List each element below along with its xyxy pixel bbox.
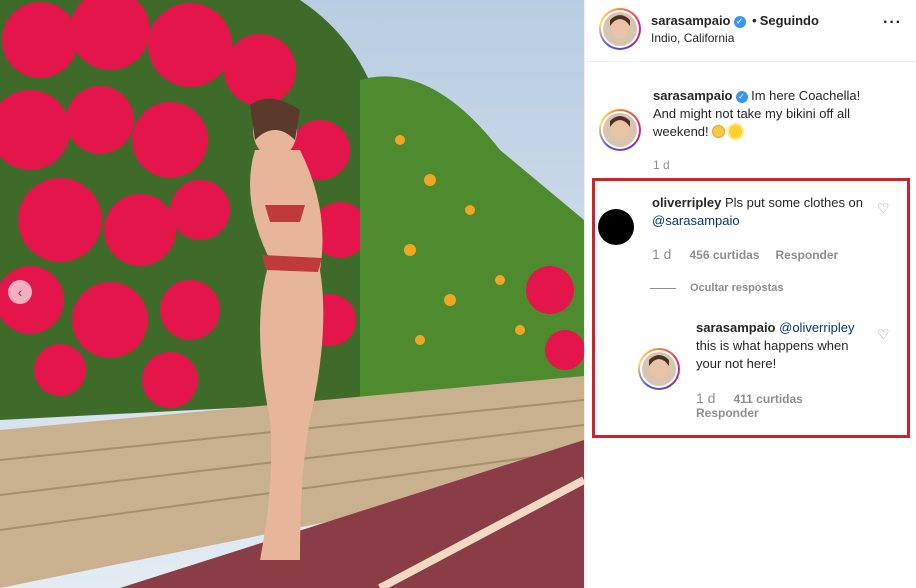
comment-body: Pls put some clothes on bbox=[725, 195, 864, 210]
comment-text: oliverripley Pls put some clothes on @sa… bbox=[652, 194, 867, 230]
reply-meta: 1 d 411 curtidas bbox=[696, 390, 803, 406]
username-link[interactable]: sarasampaio bbox=[696, 320, 776, 335]
sun-emoji-icon bbox=[729, 125, 743, 138]
comment-meta: 1 d 456 curtidas Responder bbox=[652, 246, 838, 262]
mention-link[interactable]: @oliverripley bbox=[779, 320, 854, 335]
smiling-face-emoji-icon bbox=[712, 125, 726, 138]
chevron-left-icon: ‹ bbox=[17, 284, 23, 300]
like-count[interactable]: 411 curtidas bbox=[733, 392, 802, 406]
verified-badge-icon: ✓ bbox=[733, 15, 746, 28]
avatar-image bbox=[603, 12, 637, 46]
heart-icon[interactable]: ♡ bbox=[877, 327, 891, 341]
follow-button[interactable]: Seguindo bbox=[760, 13, 819, 28]
timestamp[interactable]: 1 d bbox=[652, 246, 671, 262]
reply-button[interactable]: Responder bbox=[696, 406, 759, 420]
reply-text: sarasampaio @oliverripley this is what h… bbox=[696, 319, 876, 373]
username-link[interactable]: sarasampaio bbox=[651, 13, 731, 28]
avatar[interactable] bbox=[599, 8, 641, 50]
hide-replies-label: Ocultar respostas bbox=[690, 282, 784, 294]
post-photo[interactable]: ‹ bbox=[0, 0, 584, 588]
caption: sarasampaio ✓ Im here Coachella! And migh… bbox=[585, 63, 916, 173]
location-link[interactable]: Indio, California bbox=[651, 31, 734, 45]
like-count[interactable]: 456 curtidas bbox=[689, 248, 759, 262]
post-author: sarasampaio ✓ • Seguindo bbox=[651, 13, 819, 28]
avatar[interactable] bbox=[599, 109, 641, 151]
divider-line bbox=[650, 287, 676, 289]
more-options-icon[interactable]: ··· bbox=[883, 14, 902, 32]
reply-button[interactable]: Responder bbox=[776, 248, 839, 262]
avatar-image bbox=[642, 352, 676, 386]
post-header: sarasampaio ✓ • Seguindo Indio, California… bbox=[585, 0, 916, 62]
username-link[interactable]: oliverripley bbox=[652, 195, 721, 210]
timestamp[interactable]: 1 d bbox=[696, 390, 715, 406]
username-link[interactable]: sarasampaio bbox=[653, 88, 733, 103]
photo-illustration bbox=[0, 0, 584, 588]
previous-photo-button[interactable]: ‹ bbox=[8, 280, 32, 304]
avatar[interactable] bbox=[638, 348, 680, 390]
hide-replies-button[interactable]: Ocultar respostas bbox=[650, 282, 784, 294]
caption-text: sarasampaio ✓ Im here Coachella! And migh… bbox=[653, 87, 883, 141]
heart-icon[interactable]: ♡ bbox=[877, 201, 891, 215]
avatar-image bbox=[603, 113, 637, 147]
verified-badge-icon: ✓ bbox=[735, 90, 748, 103]
reply-body: this is what happens when your not here! bbox=[696, 338, 849, 371]
avatar[interactable] bbox=[598, 209, 634, 245]
mention-link[interactable]: @sarasampaio bbox=[652, 213, 740, 228]
timestamp[interactable]: 1 d bbox=[653, 158, 670, 172]
separator: • bbox=[752, 13, 757, 28]
